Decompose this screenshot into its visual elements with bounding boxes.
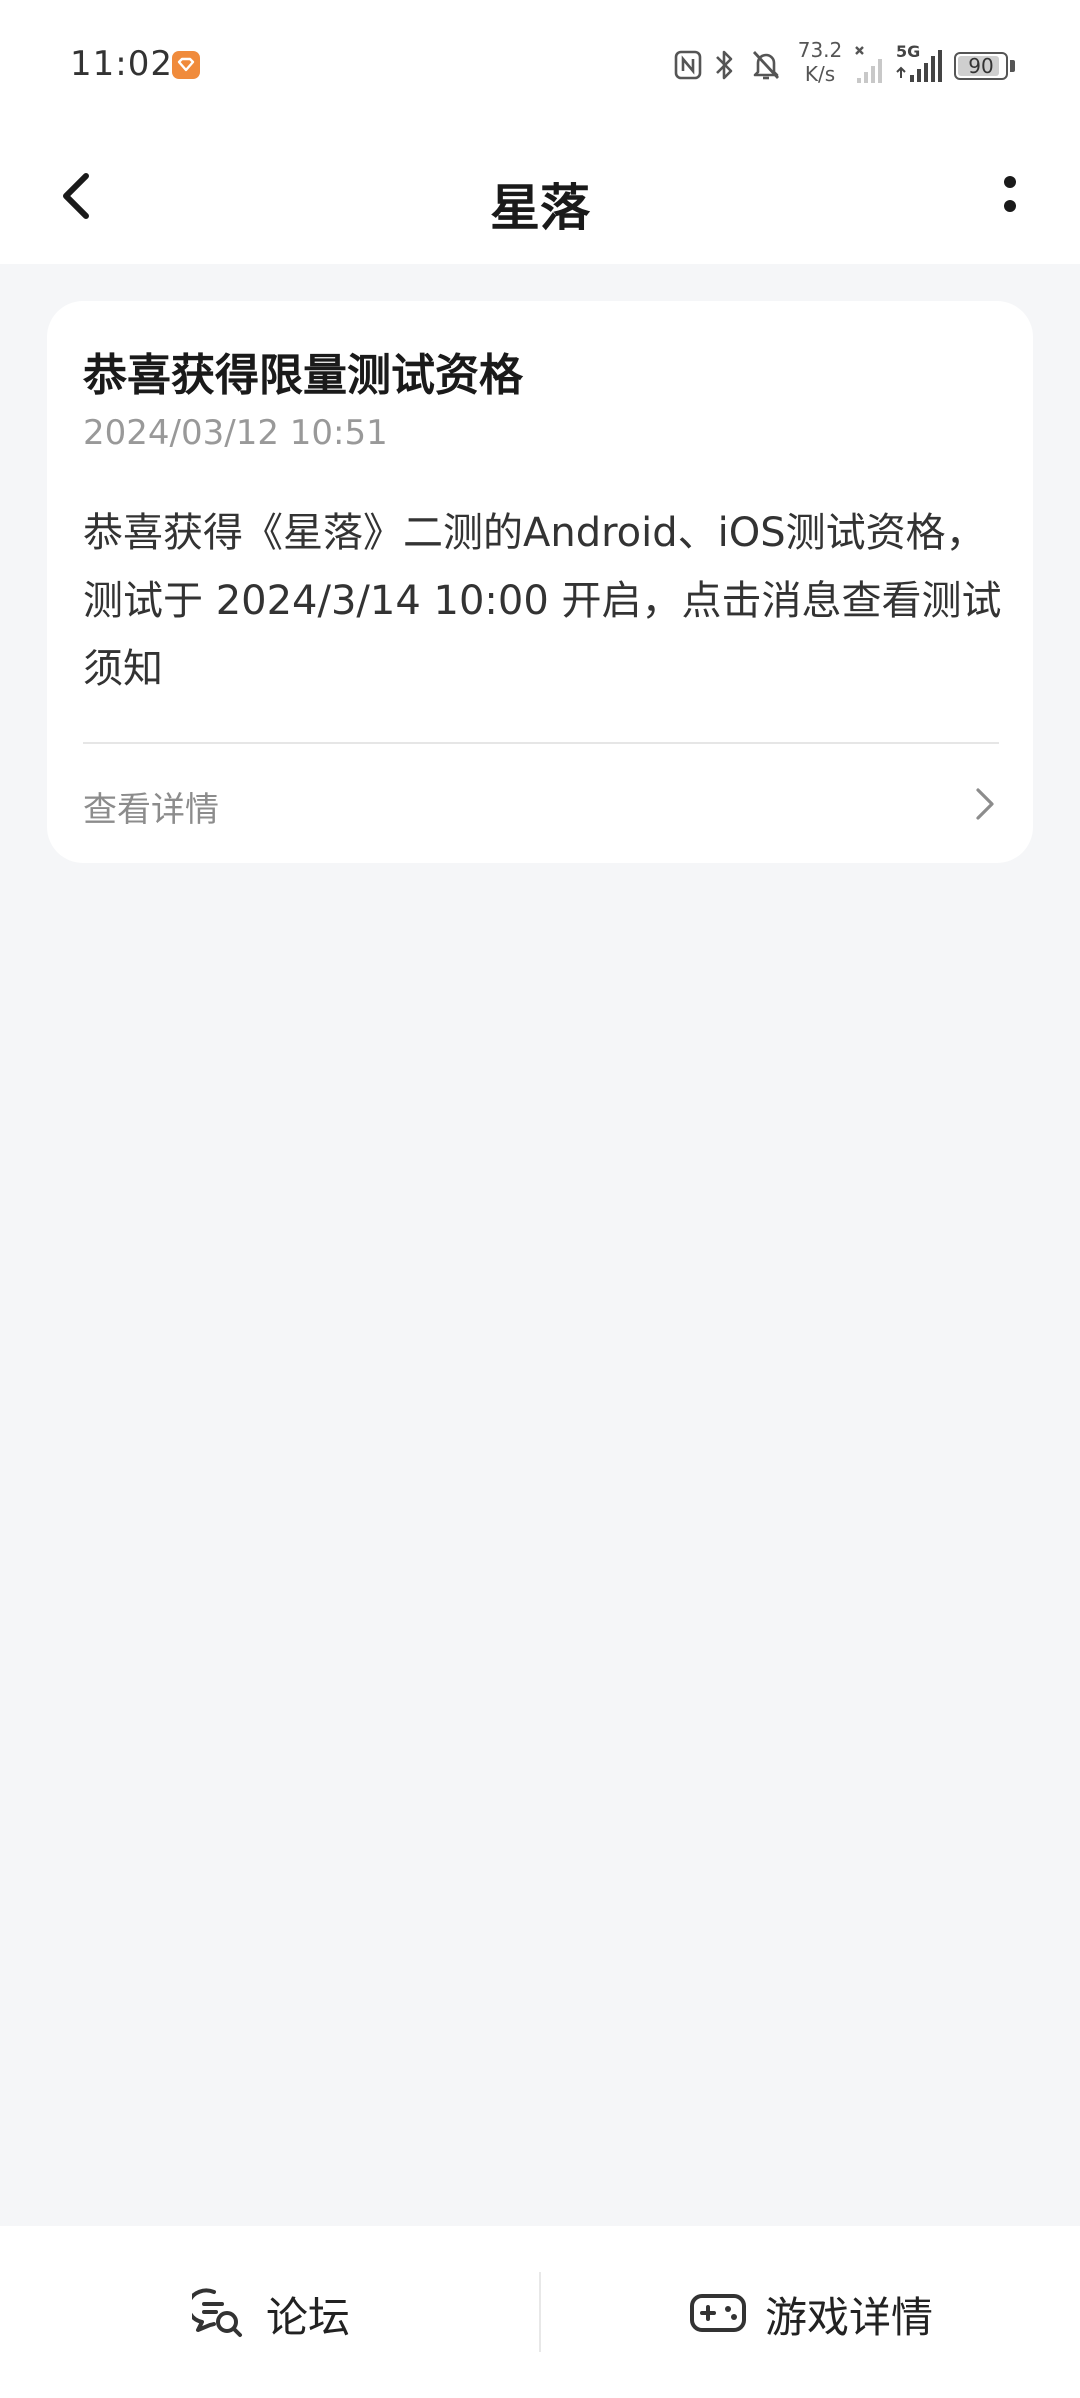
bluetooth-icon	[714, 48, 736, 86]
wifi-off-icon	[854, 44, 886, 90]
forum-chat-icon	[192, 2288, 242, 2337]
status-bar: 11:02 73.2 K/s 5G 90	[0, 0, 1080, 130]
message-timestamp: 2024/03/12 10:51	[83, 413, 388, 453]
forum-label: 论坛	[266, 2293, 351, 2342]
network-speed-value: 73.2	[797, 38, 843, 62]
page: 11:02 73.2 K/s 5G 90 星落 恭喜获得限量测试资格 2024/…	[0, 0, 1080, 2398]
game-details-button[interactable]: 游戏详情	[541, 2226, 1080, 2398]
message-body: 恭喜获得《星落》二测的Android、iOS测试资格，测试于 2024/3/14…	[83, 510, 1002, 692]
page-title: 星落	[490, 179, 590, 237]
gamepad-icon	[690, 2294, 746, 2332]
chevron-right-icon	[976, 788, 994, 820]
title-bar: 星落	[0, 130, 1080, 264]
bottom-bar: 论坛 游戏详情	[0, 2226, 1080, 2398]
message-card[interactable]: 恭喜获得限量测试资格 2024/03/12 10:51 恭喜获得《星落》二测的A…	[47, 301, 1033, 863]
nfc-icon	[674, 50, 702, 84]
message-title: 恭喜获得限量测试资格	[83, 350, 523, 401]
network-speed: 73.2 K/s	[790, 38, 850, 86]
view-details-label: 查看详情	[83, 790, 219, 830]
forum-button[interactable]: 论坛	[0, 2226, 539, 2398]
game-details-label: 游戏详情	[765, 2293, 934, 2342]
status-icons: 73.2 K/s 5G 90	[674, 38, 1015, 90]
more-options-button[interactable]	[970, 156, 1050, 236]
network-speed-unit: K/s	[804, 62, 836, 86]
view-details-link[interactable]: 查看详情	[47, 744, 1033, 863]
battery-percentage: 90	[968, 54, 994, 78]
app-notification-icon	[172, 51, 200, 79]
more-vertical-icon	[1004, 176, 1016, 212]
mute-bell-icon	[750, 48, 782, 86]
battery-cap	[1010, 60, 1015, 72]
status-time: 11:02	[70, 44, 173, 84]
battery-icon: 90	[954, 52, 1008, 80]
